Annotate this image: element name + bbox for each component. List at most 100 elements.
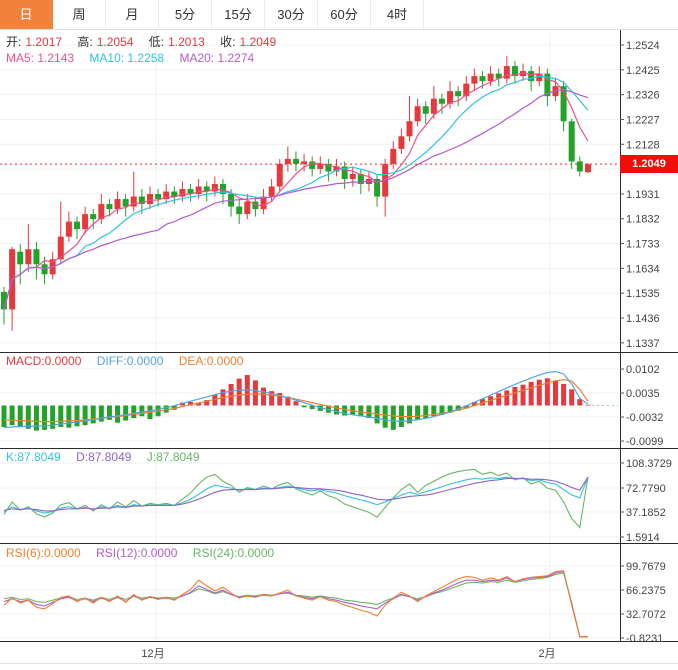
macd-bar — [334, 405, 340, 415]
macd-bar — [66, 405, 72, 428]
axis-label: 1.2425 — [626, 65, 660, 77]
candle-body — [398, 136, 405, 149]
macd-bar — [236, 378, 242, 406]
macd-bar — [528, 381, 534, 406]
candle-body — [309, 161, 316, 169]
macd-bar — [131, 405, 137, 419]
candle-body — [576, 161, 583, 172]
candle-body — [268, 186, 275, 197]
candle-body — [17, 251, 24, 265]
macd-bar — [512, 386, 518, 406]
axis-label: 1.5914 — [626, 532, 660, 544]
candle-body — [479, 76, 486, 82]
candle-body — [284, 158, 291, 164]
rsi24-line — [3, 572, 588, 638]
macd-bar — [585, 404, 591, 406]
macd-bar — [358, 405, 364, 417]
candle-body — [106, 204, 113, 210]
candle-body — [471, 76, 478, 84]
macd-bar — [552, 380, 558, 406]
axis-label: 1.1832 — [626, 214, 660, 226]
candle-body — [211, 183, 218, 192]
axis-label: 0.0035 — [626, 388, 660, 400]
axis-label: 1.1931 — [626, 189, 660, 201]
macd-bar — [293, 401, 299, 406]
axis-label: 1.2128 — [626, 139, 660, 151]
macd-bar — [115, 405, 121, 423]
candle-body — [114, 199, 121, 210]
axis-label: 1.2524 — [626, 40, 660, 52]
candle-body — [349, 173, 356, 179]
axis-label: 37.1852 — [626, 507, 666, 519]
ma10-line — [3, 75, 589, 310]
x-axis-label: 2月 — [538, 648, 555, 660]
axis-label: 1.1535 — [626, 288, 660, 300]
tab-30min[interactable]: 30分 — [265, 0, 318, 29]
d-line — [3, 476, 589, 512]
candle-body — [292, 158, 299, 164]
macd-bar — [496, 393, 502, 406]
axis-label: 108.3729 — [626, 458, 672, 470]
macd-bar — [123, 405, 129, 421]
trading-chart-app: 日 周 月 5分 15分 30分 60分 4时 1.2524 1.2425 1.23… — [0, 0, 678, 670]
axis-label: -0.0032 — [626, 412, 663, 424]
axis-label: -0.0099 — [626, 436, 663, 448]
candle-body — [73, 221, 80, 230]
k-line — [3, 476, 589, 514]
macd-bar — [228, 384, 234, 406]
candle-body — [438, 98, 445, 104]
candle-body — [65, 221, 72, 237]
macd-bar — [139, 405, 145, 417]
macd-bar — [382, 405, 388, 428]
tab-day[interactable]: 日 — [0, 0, 53, 29]
macd-bar — [504, 390, 510, 406]
macd-bar — [261, 387, 267, 406]
candle-body — [568, 121, 575, 162]
chart-area[interactable]: 1.25241.24251.23261.22271.21281.20291.19… — [0, 30, 678, 670]
ma20-line — [3, 89, 589, 310]
macd-bar — [520, 384, 526, 406]
axis-label: 1.1733 — [626, 239, 660, 251]
candle-body — [276, 163, 283, 187]
candle-body — [82, 214, 89, 230]
candle-body — [430, 98, 437, 114]
candle-body — [390, 148, 397, 164]
macd-bar — [415, 405, 421, 420]
candle-body — [41, 264, 48, 275]
candle-body — [414, 106, 421, 122]
candle-body — [422, 106, 429, 114]
candle-body — [236, 206, 243, 215]
macd-bar — [536, 379, 542, 406]
last-price-badge: 1.2049 — [620, 155, 678, 173]
axis-label: 72.7790 — [626, 483, 666, 495]
axis-label: 32.7072 — [626, 609, 666, 621]
candle-body — [122, 199, 129, 207]
candle-body — [33, 249, 40, 265]
macd-bar — [569, 389, 575, 406]
chart-canvas: 1.25241.24251.23261.22271.21281.20291.19… — [0, 30, 678, 664]
macd-bar — [252, 380, 258, 406]
axis-label: -0.8231 — [626, 633, 663, 645]
axis-label: 66.2375 — [626, 585, 666, 597]
axis-label: 1.1337 — [626, 338, 660, 350]
axis-label: 1.2227 — [626, 114, 660, 126]
candle-body — [487, 73, 494, 82]
tab-week[interactable]: 周 — [53, 0, 106, 29]
candle-body — [301, 161, 308, 164]
macd-bar — [25, 405, 31, 429]
macd-bar — [74, 405, 80, 427]
candle-body — [25, 249, 32, 265]
candle-body — [528, 71, 535, 82]
x-axis-label: 12月 — [141, 648, 164, 660]
candle-body — [146, 194, 153, 205]
macd-bar — [17, 405, 23, 427]
candle-body — [244, 201, 251, 215]
macd-bar — [1, 405, 7, 427]
tab-4hour[interactable]: 4时 — [371, 0, 424, 29]
axis-label: 1.1634 — [626, 263, 660, 275]
tab-month[interactable]: 月 — [106, 0, 159, 29]
tab-5min[interactable]: 5分 — [159, 0, 212, 29]
tab-15min[interactable]: 15分 — [212, 0, 265, 29]
macd-bar — [9, 405, 15, 426]
tab-60min[interactable]: 60分 — [318, 0, 371, 29]
